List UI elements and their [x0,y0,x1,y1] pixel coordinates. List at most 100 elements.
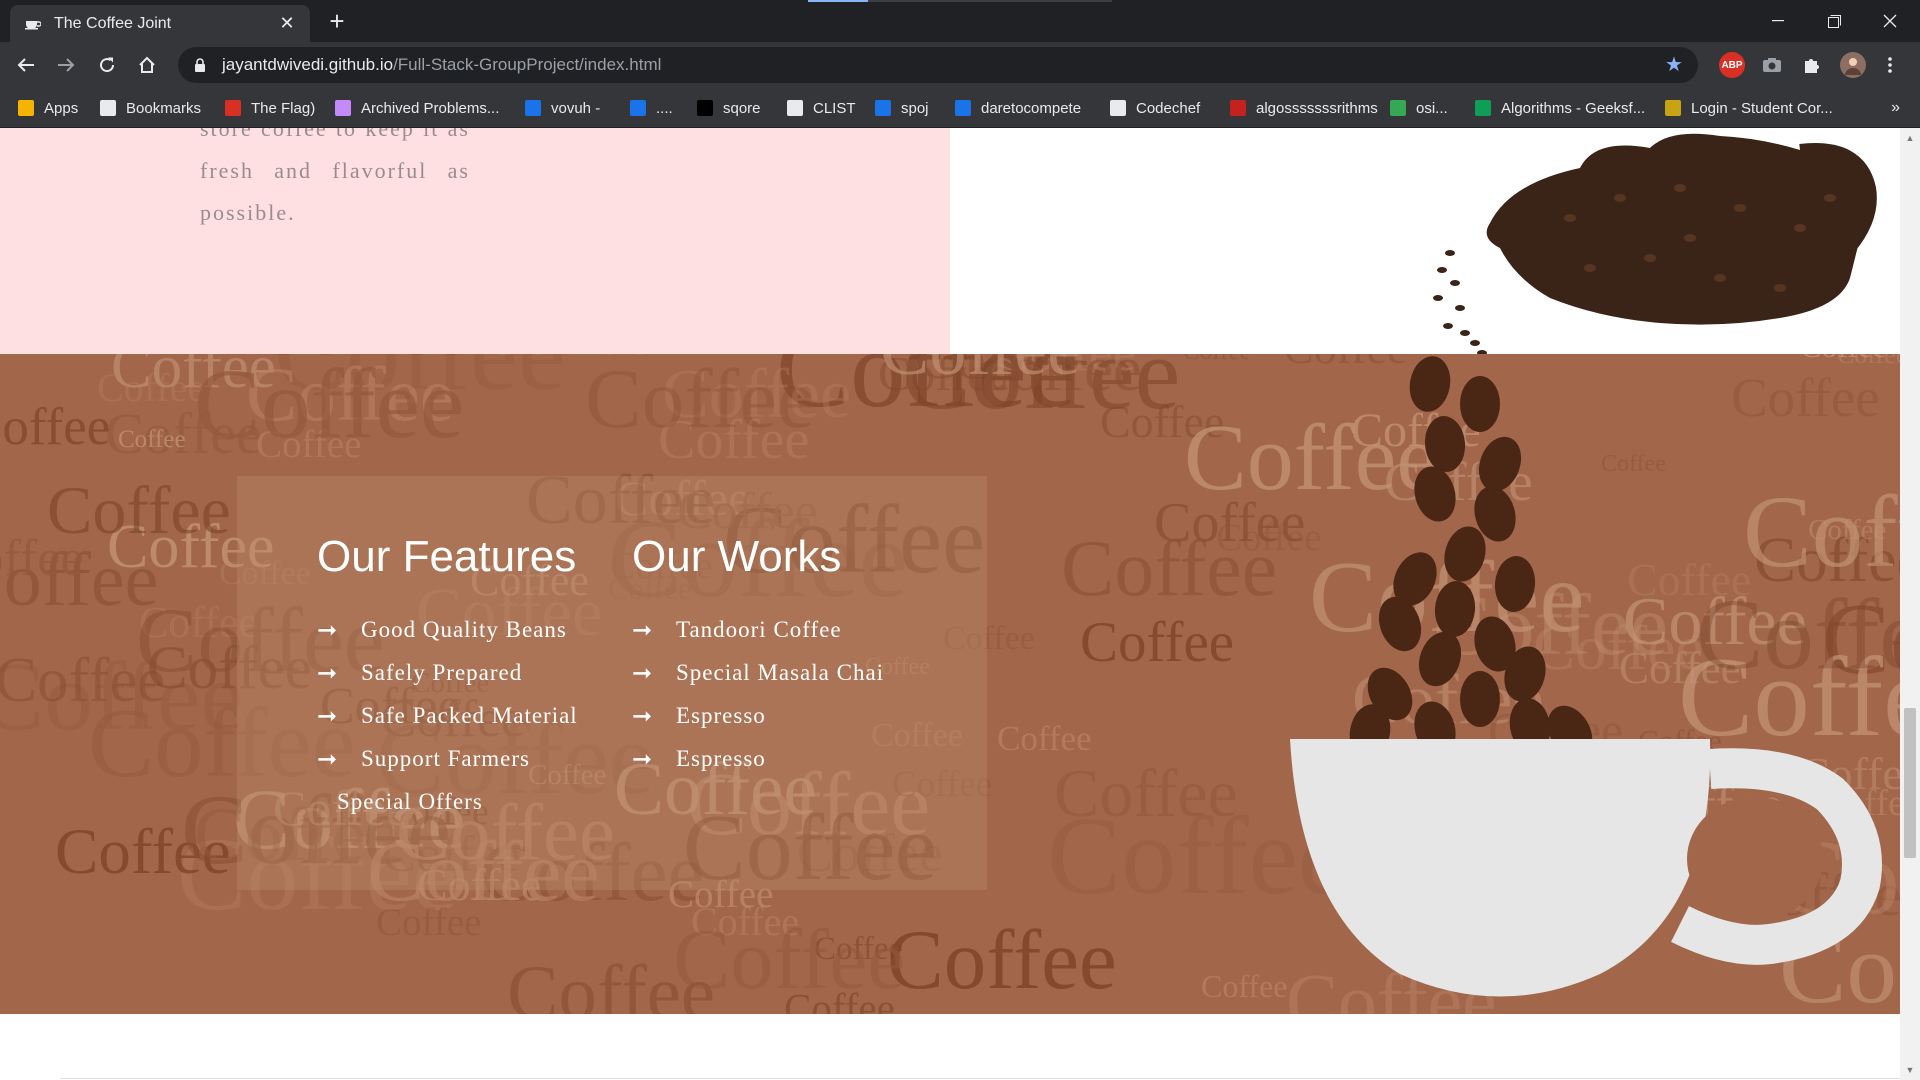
features-item[interactable]: ➞ Safe Packed Material [317,694,578,737]
background-word: Coffee [1061,525,1277,613]
tab-strip-indicator [808,0,1112,2]
tab-close-icon[interactable]: ✕ [278,13,296,34]
works-item-label: Espresso [676,702,766,728]
bookmark-item[interactable]: spoj [875,88,929,128]
gfg-icon [1475,100,1491,116]
lock-icon[interactable] [192,57,208,73]
browser-tab[interactable]: The Coffee Joint ✕ [10,5,310,42]
bars-icon [630,100,646,116]
features-column: Our Features ➞ Good Quality Beans ➞ Safely … [317,532,578,823]
features-list: ➞ Good Quality Beans ➞ Safely Prepared ➞ Safe… [317,608,578,780]
features-item-label: Support Farmers [361,745,530,771]
features-item[interactable]: ➞ Good Quality Beans [317,608,578,651]
bookmark-item[interactable]: CLIST [787,88,856,128]
bookmark-label: Algorithms - Geeksf... [1501,99,1646,117]
address-bar[interactable]: jayantdwivedi.github.io/Full-Stack-Group… [178,47,1698,83]
bookmark-item[interactable]: .... [630,88,673,128]
forward-button[interactable] [50,49,82,81]
scrollbar-thumb[interactable] [1904,708,1916,858]
arrow-right-icon: ➞ [317,701,339,730]
works-item[interactable]: ➞ Espresso [632,694,884,737]
coffee-cup-with-beans-image [1290,356,1882,997]
close-window-button[interactable] [1862,0,1918,42]
new-tab-button[interactable]: + [322,6,352,36]
next-section [0,1014,1900,1080]
q-icon [1230,100,1246,116]
bookmark-label: algosssssssrithms [1256,99,1378,117]
works-heading: Our Works [632,532,842,581]
coffee-bean [1460,376,1500,432]
arrow-right-icon: ➞ [632,658,654,687]
features-item-label: Good Quality Beans [361,616,567,642]
reload-button[interactable] [91,49,123,81]
bookmark-item[interactable]: Archived Problems... [335,88,499,128]
bookmark-item[interactable]: osi... [1390,88,1448,128]
bookmark-label: osi... [1416,99,1448,117]
arrow-right-icon: ➞ [632,615,654,644]
works-item[interactable]: ➞ Tandoori Coffee [632,608,884,651]
cc-icon [1110,100,1126,116]
bookmark-label: daretocompete [981,99,1082,117]
home-button[interactable] [131,49,163,81]
works-list: ➞ Tandoori Coffee ➞ Special Masala Chai ➞ Esp… [632,608,884,780]
page-scrollbar[interactable]: ▲ ▼ [1900,128,1920,1080]
camera-extension-icon[interactable] [1759,52,1785,78]
coffee-bean [1434,581,1476,637]
coffee-bean [1494,556,1536,612]
extensions-puzzle-icon[interactable] [1799,52,1825,78]
s-icon [875,100,891,116]
bookmark-item[interactable]: Login - Student Cor... [1665,88,1833,128]
features-panel: Our Features ➞ Good Quality Beans ➞ Safely … [237,476,987,890]
works-item[interactable]: ➞ Espresso [632,737,884,780]
bookmark-label: Apps [44,99,79,117]
bookmark-item[interactable]: vovuh - [525,88,600,128]
background-word: Coffee [1080,611,1234,674]
tab-title: The Coffee Joint [54,14,172,32]
square-icon [697,100,713,116]
chrome-menu-icon[interactable] [1878,49,1902,81]
arrow-right-icon: ➞ [632,744,654,773]
intro-section: store coffee to keep it as fresh and fla… [0,128,950,354]
bookmarks-overflow-button[interactable]: » [1891,88,1900,128]
works-item-label: Special Masala Chai [676,659,885,685]
profile-avatar[interactable] [1840,52,1866,78]
background-word: Coffee [997,719,1092,758]
features-item[interactable]: ➞ Support Farmers [317,737,578,780]
features-item-label: Safe Packed Material [361,702,578,728]
arrow-right-icon: ➞ [317,658,339,687]
works-item-label: Tandoori Coffee [676,616,842,642]
works-column: Our Works ➞ Tandoori Coffee ➞ Special Masal… [632,532,884,780]
back-button[interactable] [10,49,42,81]
works-item-label: Espresso [676,745,766,771]
background-word: Coffee [673,911,905,1007]
bookmark-label: vovuh - [551,99,601,117]
bookmark-item[interactable]: daretocompete [955,88,1081,128]
scroll-down-icon[interactable]: ▼ [1900,1062,1920,1078]
bookmark-item[interactable]: algosssssssrithms [1230,88,1378,128]
features-item[interactable]: ➞ Safely Prepared [317,651,578,694]
bookmark-item[interactable]: Apps [18,88,78,128]
background-word: Coffee [585,354,815,446]
scroll-up-icon[interactable]: ▲ [1900,130,1920,146]
bookmark-item[interactable]: The Flag) [225,88,315,128]
browser-toolbar: jayantdwivedi.github.io/Full-Stack-Group… [0,42,1920,88]
works-item[interactable]: ➞ Special Masala Chai [632,651,884,694]
special-offers-link[interactable]: Special Offers [317,780,578,823]
star-icon [100,100,116,116]
bookmark-item[interactable]: Algorithms - Geeksf... [1475,88,1645,128]
bookmark-label: Bookmarks [126,99,202,117]
bookmark-label: Login - Student Cor... [1691,99,1833,117]
restore-button[interactable] [1806,0,1862,42]
minimize-button[interactable] [1750,0,1806,42]
coffee-bean [1460,671,1500,727]
bookmark-item[interactable]: Codechef [1110,88,1200,128]
bookmark-label: Codechef [1136,99,1201,117]
arrow-right-icon: ➞ [317,615,339,644]
bookmark-star-icon[interactable]: ★ [1664,55,1684,75]
bookmark-item[interactable]: Bookmarks [100,88,201,128]
adblock-plus-icon[interactable]: ABP [1719,52,1745,78]
url-text[interactable]: jayantdwivedi.github.io/Full-Stack-Group… [222,55,661,75]
bookmark-label: spoj [901,99,929,117]
bookmark-item[interactable]: sqore [697,88,761,128]
page-viewport: store coffee to keep it as fresh and fla… [0,128,1920,1080]
